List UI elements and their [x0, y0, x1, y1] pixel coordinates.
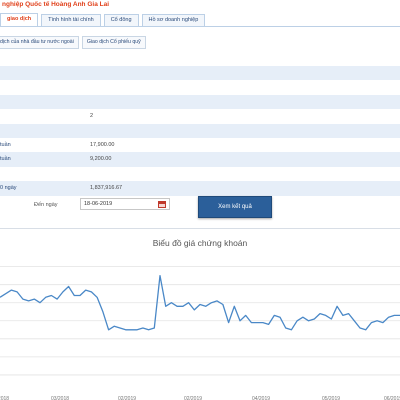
info-label: tuần: [0, 141, 11, 148]
view-results-button[interactable]: Xem kết quả: [198, 196, 272, 218]
info-value: 9,200.00: [90, 156, 112, 163]
tab-treasury-stock-trading[interactable]: Giao dịch Cổ phiếu quỹ: [81, 36, 146, 49]
tab-company-profile[interactable]: Hồ sơ doanh nghiệp: [141, 14, 206, 26]
to-date-field[interactable]: 18-06-2019: [80, 198, 170, 210]
info-value: 17,900.00: [90, 141, 115, 148]
x-tick-label: 02/2019: [118, 396, 136, 400]
chart-title: Biểu đồ giá chứng khoán: [152, 238, 248, 248]
tab-foreign-investor-trading[interactable]: dịch của nhà đầu tư nước ngoài: [0, 36, 79, 49]
section-divider: [0, 228, 400, 229]
x-tick-label: 02/2019: [184, 396, 202, 400]
stock-info-table: 2 tuần 17,900.00 tuần 9,200.00 0 ngày 1,837…: [0, 66, 400, 196]
tab-financial-status[interactable]: Tình hình tài chính: [41, 14, 101, 26]
tab-trading[interactable]: giao dịch: [0, 13, 39, 26]
info-label: tuần: [0, 156, 11, 163]
info-row: [0, 123, 400, 138]
info-row: [0, 66, 400, 81]
price-chart: 02/2018 03/2018 02/2019 02/2019 04/2019 05/20…: [0, 266, 400, 400]
info-row: 0 ngày 1,837,916.67: [0, 181, 400, 196]
info-row: tuần 9,200.00: [0, 152, 400, 167]
company-title: nghiệp Quốc tế Hoàng Anh Gia Lai: [2, 1, 110, 8]
info-value: 2: [90, 113, 94, 120]
info-row: [0, 94, 400, 110]
calendar-icon[interactable]: [158, 201, 166, 208]
info-row: [0, 167, 400, 181]
sub-tabs: dịch của nhà đầu tư nước ngoài Giao dịch…: [0, 36, 149, 50]
info-label: 0 ngày: [0, 185, 17, 192]
tab-shareholders[interactable]: Cổ đông: [103, 14, 139, 26]
info-value: 1,837,916.67: [90, 185, 123, 192]
tabs-divider: [0, 26, 400, 27]
x-tick-label: 02/2018: [0, 396, 9, 400]
info-row: tuần 17,900.00: [0, 138, 400, 152]
x-tick-label: 06/2019: [384, 396, 400, 400]
main-tabs: giao dịch Tình hình tài chính Cổ đông Hồ…: [0, 12, 208, 26]
to-date-value: 18-06-2019: [84, 201, 113, 207]
info-row: [0, 80, 400, 94]
date-filter: Đến ngày 18-06-2019 Xem kết quả: [0, 196, 400, 220]
to-date-label: Đến ngày: [34, 202, 58, 208]
info-row: 2: [0, 109, 400, 123]
x-tick-label: 03/2018: [51, 396, 69, 400]
x-tick-label: 05/2019: [322, 396, 340, 400]
x-tick-label: 04/2019: [252, 396, 270, 400]
